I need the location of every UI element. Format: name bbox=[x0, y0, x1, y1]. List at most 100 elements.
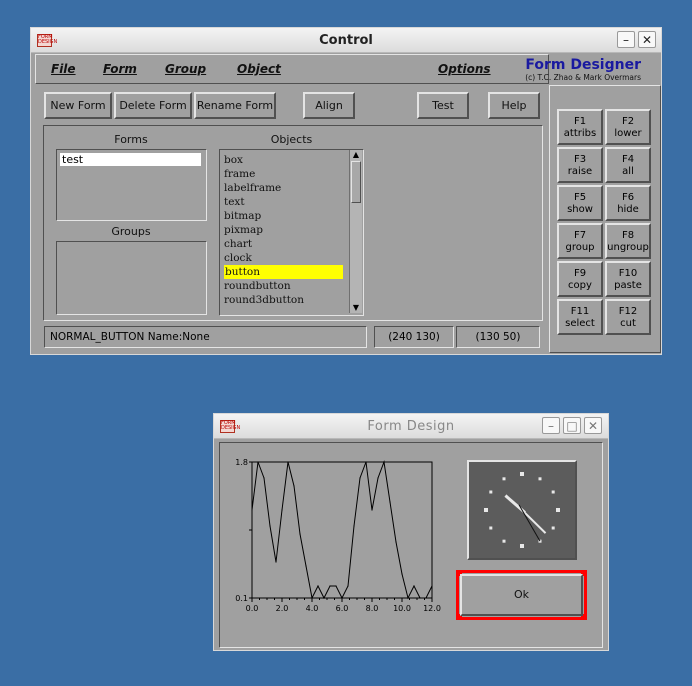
objects-list[interactable]: box frame labelframe text bitmap pixmap … bbox=[219, 149, 364, 316]
clock bbox=[467, 460, 577, 560]
rename-form-button[interactable]: Rename Form bbox=[194, 92, 276, 119]
fkey-copy-button[interactable]: F9 copy bbox=[557, 261, 603, 297]
x-tick-label: 8.0 bbox=[366, 604, 379, 613]
chart-point bbox=[299, 533, 301, 535]
form-design-window: FORM DESIGN Form Design – □ ✕ 0.0 2.0 4.0 6.… bbox=[213, 413, 609, 651]
minimize-button[interactable]: – bbox=[542, 417, 560, 434]
fkey-label: paste bbox=[614, 280, 642, 291]
chart-point bbox=[377, 477, 379, 479]
fkey-key: F4 bbox=[621, 154, 635, 165]
fkey-label: attribs bbox=[563, 128, 597, 139]
list-item[interactable]: chart bbox=[224, 237, 252, 251]
scroll-thumb[interactable] bbox=[351, 161, 361, 203]
maximize-button[interactable]: □ bbox=[563, 417, 581, 434]
clock-second-hand bbox=[518, 504, 541, 542]
fkey-key: F9 bbox=[573, 268, 587, 279]
clock-mark bbox=[556, 508, 560, 512]
chart-point bbox=[263, 477, 265, 479]
fkey-select-button[interactable]: F11 select bbox=[557, 299, 603, 335]
fkey-attribs-button[interactable]: F1 attribs bbox=[557, 109, 603, 145]
chart-point bbox=[305, 565, 307, 567]
status-size: (130 50) bbox=[456, 326, 540, 348]
fkey-label: copy bbox=[568, 280, 592, 291]
brand-title: Form Designer bbox=[525, 57, 641, 73]
fkey-all-button[interactable]: F4 all bbox=[605, 147, 651, 183]
list-item[interactable]: frame bbox=[224, 167, 255, 181]
fkey-label: raise bbox=[567, 166, 593, 177]
fkey-group-button[interactable]: F7 group bbox=[557, 223, 603, 259]
chart-point bbox=[293, 485, 295, 487]
list-item[interactable]: text bbox=[224, 195, 245, 209]
chart: 0.0 2.0 4.0 6.0 8.0 10.0 12.0 1.8 0.1 bbox=[235, 458, 441, 613]
list-item[interactable]: pixmap bbox=[224, 223, 263, 237]
clock-mark bbox=[551, 490, 555, 494]
fkey-paste-button[interactable]: F10 paste bbox=[605, 261, 651, 297]
chart-point bbox=[401, 573, 403, 575]
list-item[interactable]: clock bbox=[224, 251, 252, 265]
chart-point bbox=[335, 585, 337, 587]
list-item[interactable]: roundbutton bbox=[224, 279, 291, 293]
forms-list[interactable]: test bbox=[56, 149, 207, 221]
fkey-show-button[interactable]: F5 show bbox=[557, 185, 603, 221]
clock-mark bbox=[484, 508, 488, 512]
x-tick-label: 2.0 bbox=[276, 604, 289, 613]
fkey-label: all bbox=[622, 166, 634, 177]
list-item[interactable]: bitmap bbox=[224, 209, 261, 223]
scroll-up-arrow-icon[interactable]: ▲ bbox=[351, 150, 361, 160]
fkey-lower-button[interactable]: F2 lower bbox=[605, 109, 651, 145]
chart-point bbox=[395, 541, 397, 543]
menu-options[interactable]: Options bbox=[438, 62, 491, 76]
list-item-selected[interactable]: button bbox=[224, 265, 343, 279]
close-button[interactable]: ✕ bbox=[584, 417, 602, 434]
x-tick-label: 6.0 bbox=[336, 604, 349, 613]
fkey-cut-button[interactable]: F12 cut bbox=[605, 299, 651, 335]
control-titlebar[interactable]: FORM DESIGN Control – ✕ bbox=[31, 28, 661, 53]
fkey-key: F8 bbox=[621, 230, 635, 241]
new-form-button[interactable]: New Form bbox=[44, 92, 112, 119]
forms-label: Forms bbox=[114, 133, 148, 146]
list-item[interactable]: labelframe bbox=[224, 181, 281, 195]
list-item[interactable]: box bbox=[224, 153, 243, 167]
menu-group[interactable]: Group bbox=[165, 62, 206, 76]
fkey-key: F7 bbox=[573, 230, 587, 241]
menu-file[interactable]: File bbox=[51, 62, 76, 76]
fkey-label: hide bbox=[617, 204, 639, 215]
fkey-key: F6 bbox=[621, 192, 635, 203]
x-tick-label: 4.0 bbox=[306, 604, 319, 613]
align-button[interactable]: Align bbox=[303, 92, 355, 119]
help-button[interactable]: Help bbox=[488, 92, 540, 119]
control-window: FORM DESIGN Control – ✕ File Form Group O… bbox=[30, 27, 662, 355]
clock-mark bbox=[520, 472, 524, 476]
fkey-key: F10 bbox=[618, 268, 638, 279]
fkey-label: select bbox=[565, 318, 595, 329]
fkey-key: F2 bbox=[621, 116, 635, 127]
clock-mark bbox=[489, 526, 493, 530]
y-tick-label: 0.1 bbox=[235, 594, 248, 603]
forms-list-item[interactable]: test bbox=[60, 153, 201, 166]
menu-form[interactable]: Form bbox=[103, 62, 137, 76]
test-button[interactable]: Test bbox=[417, 92, 469, 119]
fkey-label: ungroup bbox=[607, 242, 649, 253]
chart-point bbox=[275, 561, 277, 563]
clock-mark bbox=[551, 526, 555, 530]
delete-form-button[interactable]: Delete Form bbox=[114, 92, 192, 119]
list-item[interactable]: round3dbutton bbox=[224, 293, 304, 307]
close-button[interactable]: ✕ bbox=[638, 31, 656, 48]
clock-mark bbox=[502, 477, 506, 481]
x-tick-label: 0.0 bbox=[246, 604, 259, 613]
fkey-hide-button[interactable]: F6 hide bbox=[605, 185, 651, 221]
groups-list[interactable] bbox=[56, 241, 207, 315]
window-title: Control bbox=[319, 33, 373, 48]
fkey-key: F12 bbox=[618, 306, 638, 317]
objects-label: Objects bbox=[270, 133, 313, 146]
ok-button[interactable]: Ok bbox=[460, 574, 583, 616]
minimize-button[interactable]: – bbox=[617, 31, 635, 48]
fkey-raise-button[interactable]: F3 raise bbox=[557, 147, 603, 183]
menu-object[interactable]: Object bbox=[237, 62, 281, 76]
objects-scrollbar[interactable]: ▲ ▼ bbox=[349, 150, 362, 313]
scroll-down-arrow-icon[interactable]: ▼ bbox=[351, 303, 361, 313]
fkey-ungroup-button[interactable]: F8 ungroup bbox=[605, 223, 651, 259]
x-tick-label: 12.0 bbox=[423, 604, 441, 613]
form-design-titlebar[interactable]: FORM DESIGN Form Design – □ ✕ bbox=[214, 414, 608, 439]
chart-point bbox=[353, 525, 355, 527]
